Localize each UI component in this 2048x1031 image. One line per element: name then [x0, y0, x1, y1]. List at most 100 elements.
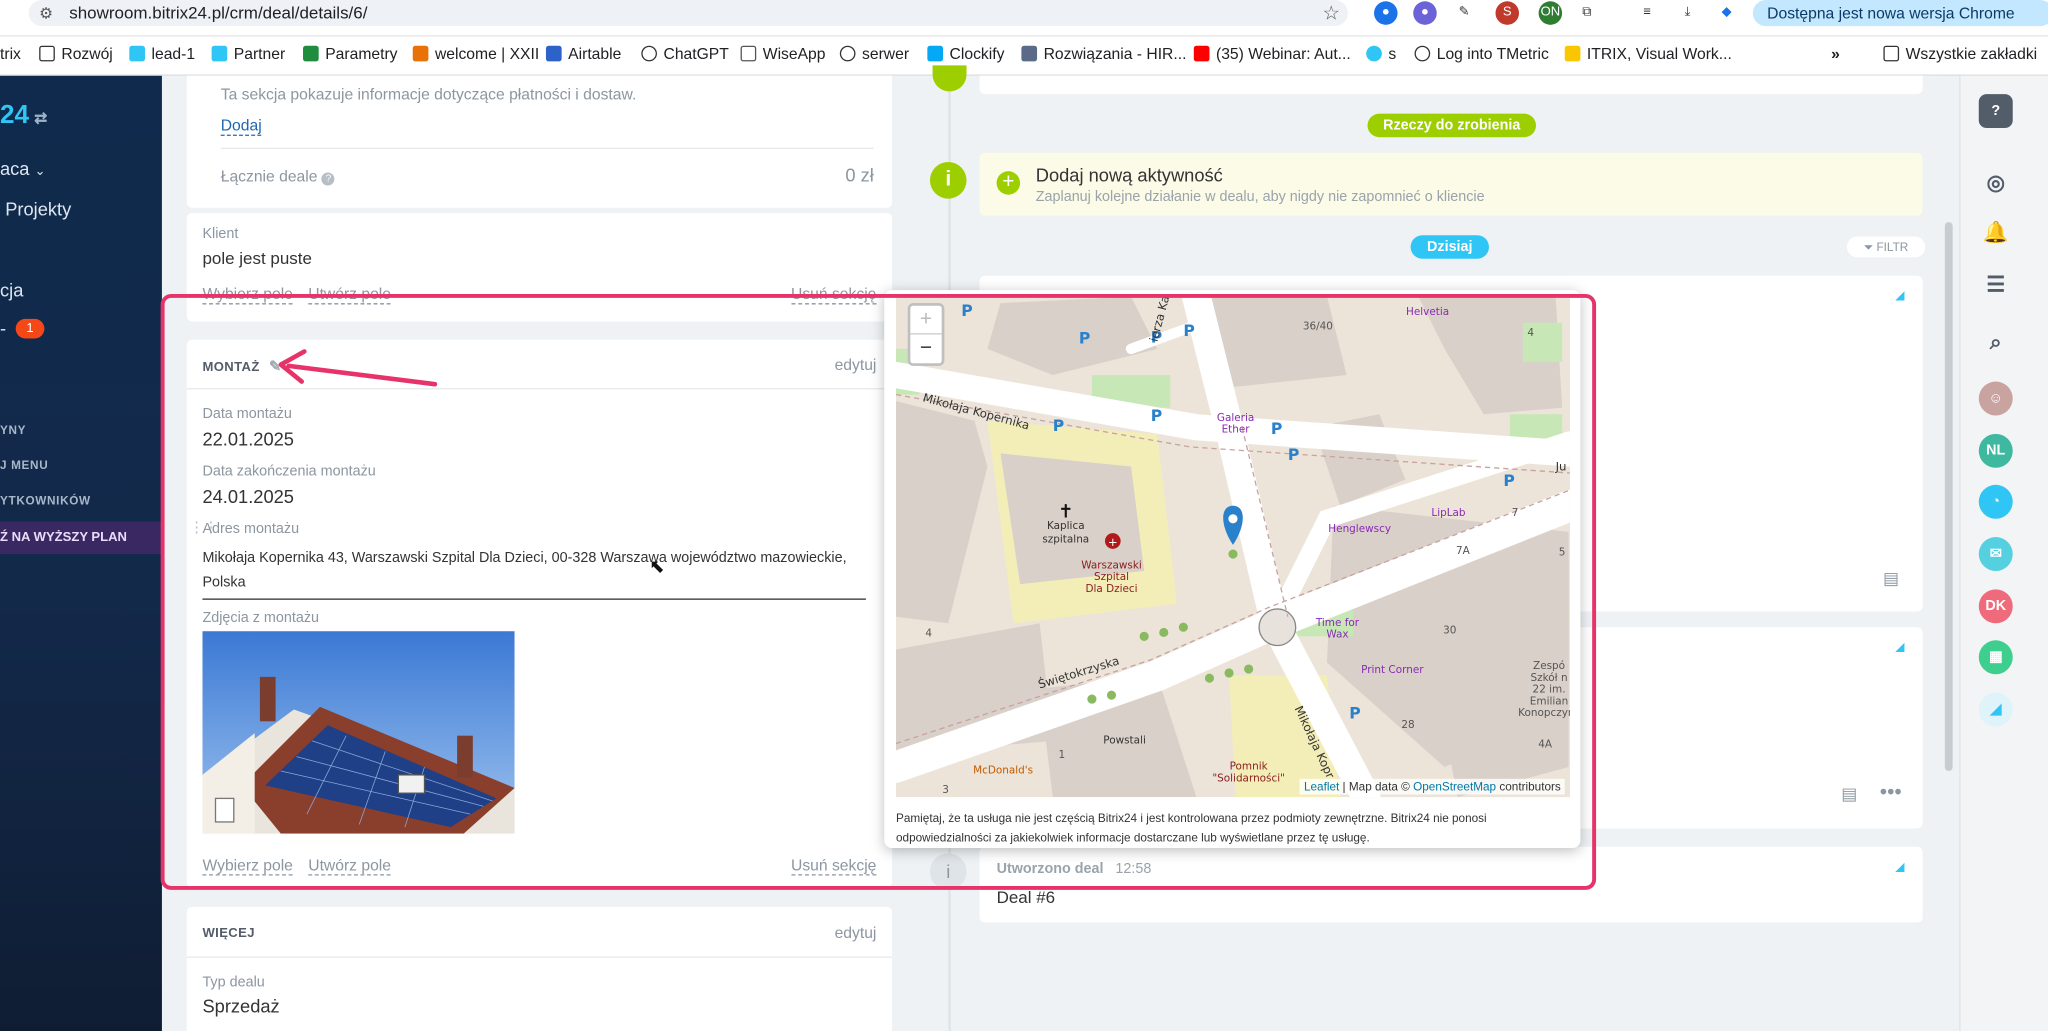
payments-card: Ta sekcja pokazuje informacje dotyczące …: [186, 75, 893, 208]
more-bookmarks-button[interactable]: »: [1831, 44, 1840, 62]
sidebar-item-users[interactable]: YTKOWNIKÓW: [0, 494, 91, 507]
today-pill: Dzisiaj: [1410, 235, 1489, 259]
bookmark-item[interactable]: s: [1366, 44, 1397, 63]
logo-text: 24: [0, 100, 30, 130]
divider: [186, 956, 893, 958]
youtube-icon: [1193, 45, 1210, 62]
extension-1-icon[interactable]: ●: [1374, 1, 1398, 25]
filter-label: FILTR: [1876, 240, 1909, 254]
hir-icon: [1021, 45, 1038, 62]
all-bookmarks-button[interactable]: Wszystkie zakładki: [1883, 44, 2037, 63]
deal-type-value[interactable]: Sprzedaż: [202, 996, 279, 1017]
bookmark-item[interactable]: serwer: [839, 44, 909, 63]
deal-created-value: Deal #6: [996, 887, 1056, 907]
bookmark-label: welcome | XXII: [434, 44, 540, 63]
notification-badge: 1: [15, 318, 45, 339]
timeline-scrollbar[interactable]: [1944, 222, 1953, 771]
extension-on-icon[interactable]: ON: [1538, 1, 1563, 25]
upgrade-plan-button[interactable]: Ź NA WYŻSZY PLAN: [0, 521, 162, 555]
bookmark-item[interactable]: WiseApp: [740, 44, 826, 63]
bookmark-item[interactable]: welcome | XXII: [412, 44, 540, 63]
wiseapp-icon: [740, 45, 757, 62]
calendar-icon[interactable]: ▦: [1978, 640, 2013, 675]
todo-pill: Rzeczy do zrobienia: [1367, 113, 1536, 138]
bookmark-item[interactable]: Airtable: [545, 44, 622, 63]
bookmark-label: Parametry: [325, 44, 398, 63]
screenshot-root: ⚙ showroom.bitrix24.pl/crm/deal/details/…: [0, 0, 2048, 1031]
sidebar-item-projekty[interactable]: Projekty: [5, 199, 71, 220]
reading-list-icon[interactable]: ≡: [1635, 1, 1659, 25]
bookmark-item[interactable]: Partner: [211, 44, 286, 63]
bookmark-item[interactable]: ITRIX, Visual Work...: [1564, 44, 1732, 63]
itrix-icon[interactable]: ◢: [1978, 692, 2013, 727]
bookmark-item[interactable]: Rozwój: [39, 44, 113, 63]
bookmark-star-icon[interactable]: ☆: [1323, 1, 1341, 25]
extension-4-icon[interactable]: S: [1495, 1, 1520, 25]
bookmark-item[interactable]: (35) Webinar: Aut...: [1193, 44, 1351, 63]
filter-icon: ⏷: [1863, 240, 1874, 254]
download-icon[interactable]: ⤓: [1675, 1, 1700, 25]
bookmark-label: s: [1388, 44, 1397, 63]
bookmark-label: Partner: [233, 44, 286, 63]
avatar[interactable]: ☺: [1978, 381, 2013, 416]
browser-toolbar: ⚙ showroom.bitrix24.pl/crm/deal/details/…: [0, 0, 2048, 37]
avatar-nl[interactable]: NL: [1978, 433, 2013, 468]
help-icon[interactable]: ?: [321, 172, 335, 186]
tmetric-icon: [1414, 45, 1431, 62]
server-icon: [839, 45, 856, 62]
avatar-dk[interactable]: DK: [1978, 589, 2013, 624]
swap-icon: ⇄: [34, 108, 48, 127]
site-settings-icon[interactable]: ⚙: [39, 4, 53, 22]
bookmark-item[interactable]: lead-1: [129, 44, 195, 63]
extension-2-icon[interactable]: ●: [1413, 1, 1437, 25]
clickup-icon: [412, 45, 429, 62]
sidebar-item-yny[interactable]: YNY: [0, 423, 26, 436]
extensions-puzzle-icon[interactable]: ⧉: [1575, 1, 1599, 25]
more-dots-icon[interactable]: •••: [1880, 781, 1902, 805]
divider: [220, 147, 874, 149]
client-value[interactable]: pole jest puste: [202, 248, 312, 268]
bitrix-small-icon: ◢: [1895, 640, 1905, 654]
bookmark-label: Rozwój: [61, 44, 113, 63]
bookmark-item[interactable]: Rozwiązania - HIR...: [1021, 44, 1186, 63]
folder-icon: [39, 45, 55, 62]
sidebar-item-cja[interactable]: cja: [0, 280, 23, 301]
chat-icon[interactable]: ☰: [1978, 269, 2013, 304]
wiecej-edit-link[interactable]: edytuj: [835, 924, 877, 942]
help-icon[interactable]: ?: [1978, 94, 2013, 129]
bookmark-item[interactable]: Log into TMetric: [1414, 44, 1549, 63]
add-activity-card[interactable]: + Dodaj nową aktywność Zaplanuj kolejne …: [979, 152, 1923, 216]
bookmark-label: Airtable: [568, 44, 622, 63]
filter-button[interactable]: ⏷ FILTR: [1846, 236, 1926, 258]
bookmark-item[interactable]: trix: [0, 44, 21, 62]
bookmark-item[interactable]: Parametry: [303, 44, 398, 63]
note-icon[interactable]: ▤: [1883, 568, 1899, 589]
right-rail: ? ◎ 🔔 ☰ ⌕ ☺ NL ◔ ✉ DK ▦ ◢: [1959, 75, 2048, 1031]
add-payment-link[interactable]: Dodaj: [220, 116, 262, 136]
sidebar-item-menu[interactable]: J MENU: [0, 459, 48, 472]
bookmark-label: Clockify: [949, 44, 1005, 63]
chatgpt-icon: [641, 45, 657, 62]
sidebar-item-aca[interactable]: aca ⌄: [0, 158, 46, 179]
copilot-icon[interactable]: ◎: [1978, 167, 2013, 202]
bookmark-item[interactable]: Clockify: [927, 44, 1005, 63]
chrome-update-button[interactable]: Dostępna jest nowa wersja Chrome: [1752, 0, 2048, 27]
comment-icon: [932, 65, 967, 92]
info-icon: i: [929, 162, 967, 199]
search-icon[interactable]: ⌕: [1978, 326, 2013, 361]
bitrix-small-icon: ◢: [1895, 288, 1905, 302]
bookmark-item[interactable]: ChatGPT: [641, 44, 729, 63]
note-icon[interactable]: ▤: [1841, 784, 1857, 805]
profile-icon[interactable]: ◆: [1714, 1, 1739, 25]
bitrix-icon: [1366, 45, 1382, 62]
sidebar-item-label: aca: [0, 158, 30, 180]
user-clock-icon[interactable]: ◔: [1978, 484, 2013, 519]
address-bar[interactable]: ⚙ showroom.bitrix24.pl/crm/deal/details/…: [28, 0, 1348, 27]
sidebar-dash: -: [0, 317, 7, 339]
extension-3-icon[interactable]: ✎: [1452, 1, 1476, 25]
messages-icon[interactable]: ✉: [1978, 537, 2013, 572]
airtable-icon: [545, 45, 562, 62]
bell-icon[interactable]: 🔔: [1978, 216, 2013, 251]
bookmark-label: (35) Webinar: Aut...: [1215, 44, 1351, 63]
bitrix-logo[interactable]: 24 ⇄: [0, 101, 47, 131]
